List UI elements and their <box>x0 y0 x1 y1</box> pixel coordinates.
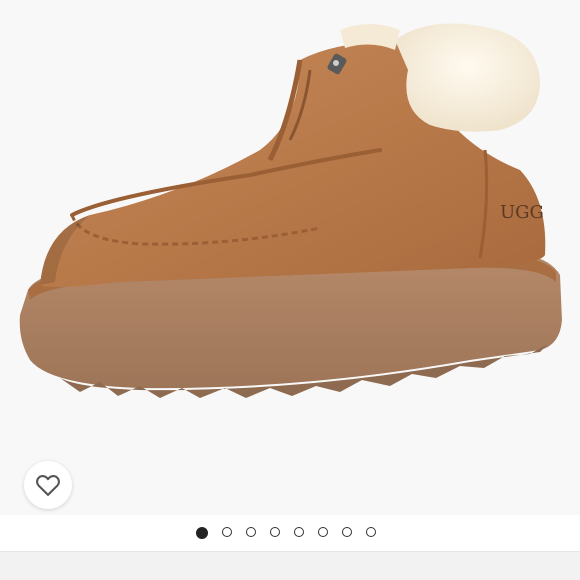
carousel-indicators <box>0 515 580 551</box>
product-photo: UGG <box>19 23 562 398</box>
carousel-dot-2[interactable] <box>222 527 232 537</box>
carousel-dot-7[interactable] <box>342 527 352 537</box>
heart-outline-icon <box>36 474 60 496</box>
like-button[interactable] <box>24 461 72 509</box>
carousel-dot-8[interactable] <box>366 527 376 537</box>
carousel-dot-1[interactable] <box>196 527 208 539</box>
carousel-dot-6[interactable] <box>318 527 328 537</box>
carousel-dot-5[interactable] <box>294 527 304 537</box>
carousel-dot-4[interactable] <box>270 527 280 537</box>
image-area[interactable]: UGG <box>0 0 580 515</box>
bottom-divider <box>0 551 580 580</box>
brand-logo: UGG <box>500 202 544 223</box>
product-image-viewer: UGG <box>0 0 580 580</box>
carousel-dot-3[interactable] <box>246 527 256 537</box>
